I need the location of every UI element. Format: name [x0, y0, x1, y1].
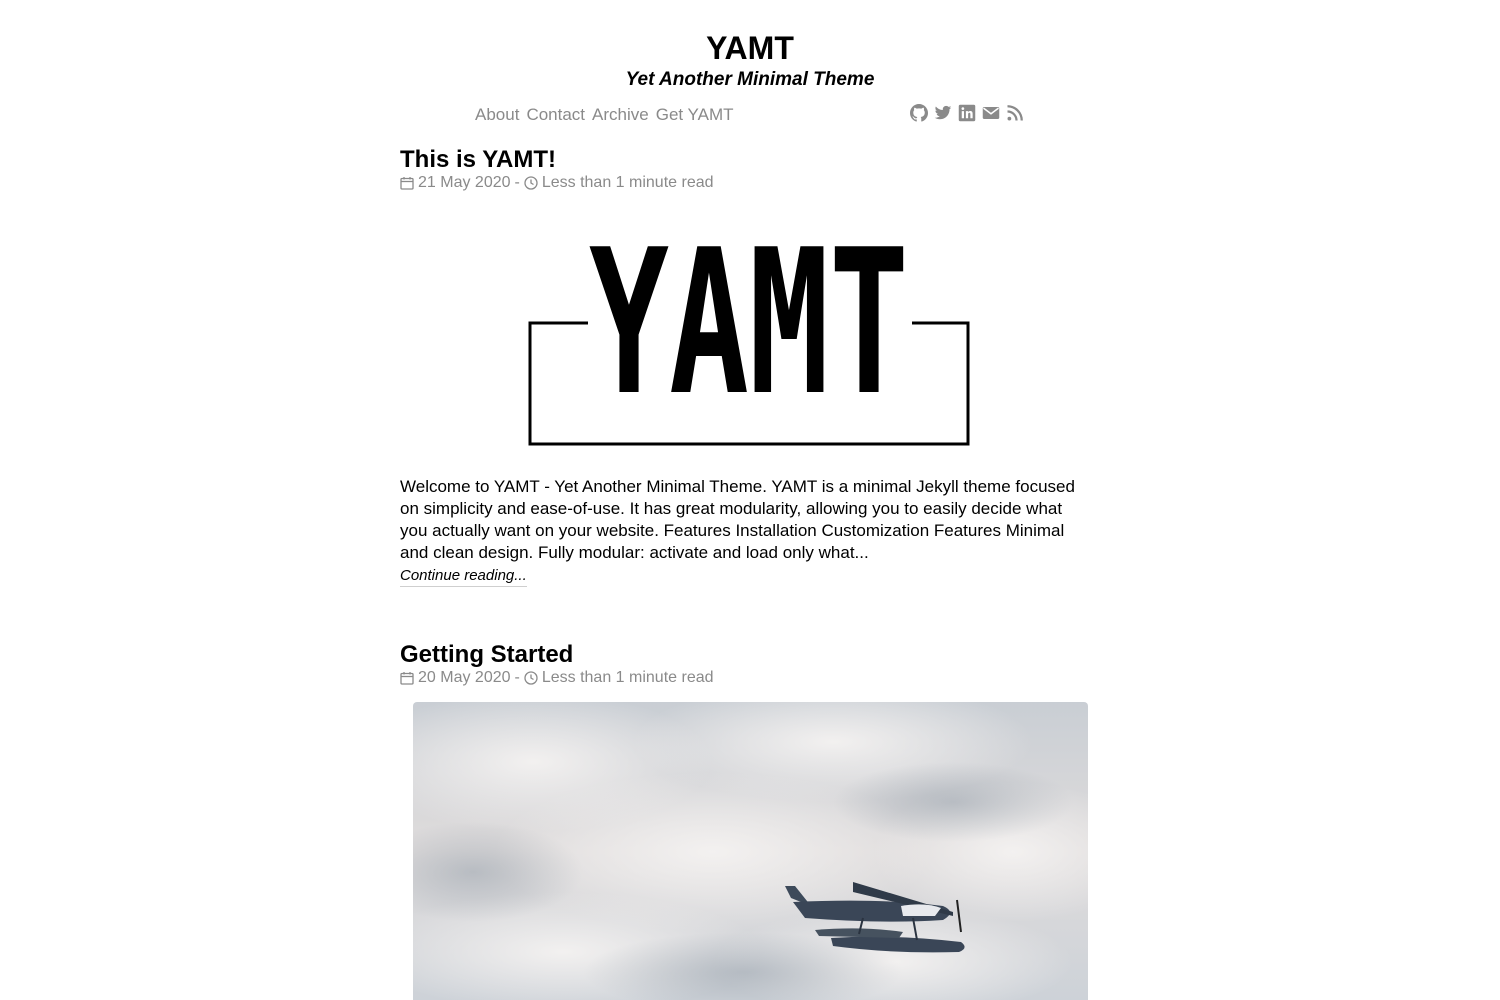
post-date: 20 May 2020 [418, 669, 511, 686]
nav-link-contact[interactable]: Contact [526, 103, 585, 127]
seaplane-photo[interactable] [413, 702, 1088, 1000]
social-links [910, 104, 1024, 122]
post-meta: 20 May 2020 - Less than 1 minute read [400, 668, 714, 688]
clock-icon [524, 176, 538, 190]
clock-icon [524, 671, 538, 685]
twitter-icon[interactable] [934, 104, 952, 122]
github-icon[interactable] [910, 104, 928, 122]
nav-link-get-yamt[interactable]: Get YAMT [656, 103, 734, 127]
read-time: Less than 1 minute read [541, 669, 714, 686]
post-title[interactable]: This is YAMT! [400, 145, 556, 175]
email-icon[interactable] [982, 104, 1000, 122]
post-meta: 21 May 2020 - Less than 1 minute read [400, 173, 714, 193]
linkedin-icon[interactable] [958, 104, 976, 122]
continue-reading-link[interactable]: Continue reading... [400, 566, 527, 587]
nav-link-archive[interactable]: Archive [592, 103, 649, 127]
main-nav: About Contact Archive Get YAMT [475, 103, 734, 127]
logo-text: YAMT [589, 232, 909, 440]
page: YAMT Yet Another Minimal Theme About Con… [0, 0, 1500, 1000]
read-time: Less than 1 minute read [541, 174, 714, 191]
calendar-icon [400, 176, 414, 190]
yamt-logo-image: YAMT [528, 232, 970, 446]
post-title[interactable]: Getting Started [400, 640, 573, 670]
post-date: 21 May 2020 [418, 174, 511, 191]
rss-icon[interactable] [1006, 104, 1024, 122]
meta-separator: - [514, 669, 520, 686]
meta-separator: - [514, 174, 520, 191]
site-title[interactable]: YAMT [0, 28, 1500, 68]
site-subtitle: Yet Another Minimal Theme [625, 69, 875, 90]
site-header: YAMT Yet Another Minimal Theme [0, 28, 1500, 92]
post-excerpt: Welcome to YAMT - Yet Another Minimal Th… [400, 477, 1075, 562]
nav-link-about[interactable]: About [475, 103, 519, 127]
calendar-icon [400, 671, 414, 685]
